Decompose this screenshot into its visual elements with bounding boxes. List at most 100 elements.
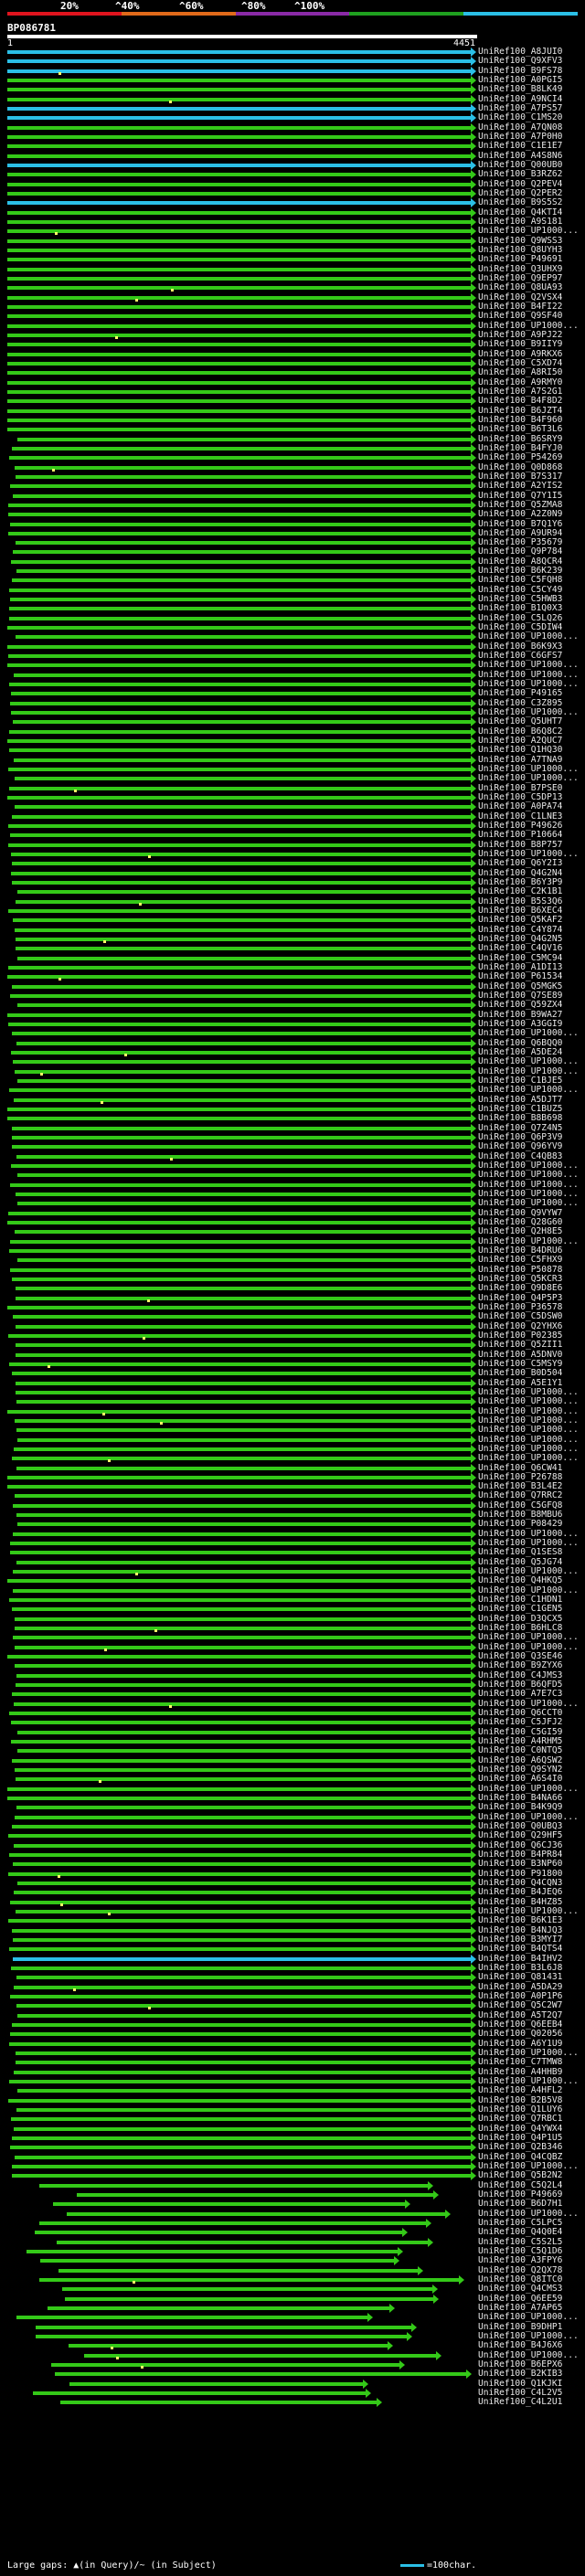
hit-bar[interactable]	[7, 258, 471, 262]
hit-bar[interactable]	[12, 1825, 471, 1829]
hit-name-link[interactable]: UniRef100_Q5MGK5	[478, 981, 562, 991]
hit-name-link[interactable]: UniRef100_Q1HQ30	[478, 745, 562, 755]
hit-bar[interactable]	[16, 947, 471, 951]
hit-bar[interactable]	[16, 1154, 471, 1159]
hit-bar[interactable]	[11, 2117, 471, 2122]
hit-bar[interactable]	[7, 191, 471, 196]
hit-bar[interactable]	[9, 1248, 471, 1253]
hit-bar[interactable]	[7, 210, 471, 215]
hit-bar[interactable]	[16, 1976, 471, 1980]
hit-bar[interactable]	[10, 1994, 471, 1998]
hit-bar[interactable]	[8, 1333, 471, 1338]
hit-bar[interactable]	[7, 343, 471, 347]
hit-name-link[interactable]: UniRef100_UP1000...	[478, 1538, 579, 1548]
hit-bar[interactable]	[10, 701, 471, 705]
hit-name-link[interactable]: UniRef100_C4L2U1	[478, 2397, 562, 2407]
hit-bar[interactable]	[27, 2249, 398, 2253]
hit-bar[interactable]	[77, 2192, 433, 2197]
hit-bar[interactable]	[10, 994, 471, 998]
hit-bar[interactable]	[15, 1494, 471, 1499]
hit-bar[interactable]	[12, 2164, 471, 2168]
hit-bar[interactable]	[7, 1485, 471, 1489]
hit-bar[interactable]	[8, 1211, 471, 1215]
hit-name-link[interactable]: UniRef100_P10664	[478, 830, 562, 840]
hit-bar[interactable]	[16, 541, 471, 546]
hit-bar[interactable]	[16, 1466, 471, 1470]
hit-name-link[interactable]: UniRef100_UP1000...	[478, 1453, 579, 1463]
hit-bar[interactable]	[15, 1627, 471, 1631]
hit-name-link[interactable]: UniRef100_A5E1Y1	[478, 1378, 562, 1388]
hit-bar[interactable]	[9, 1088, 471, 1093]
hit-bar[interactable]	[7, 380, 471, 385]
hit-bar[interactable]	[7, 125, 471, 130]
hit-bar[interactable]	[16, 1352, 471, 1357]
hit-bar[interactable]	[7, 239, 471, 243]
hit-name-link[interactable]: UniRef100_A7QN08	[478, 122, 562, 133]
hit-bar[interactable]	[16, 2061, 471, 2065]
hit-name-link[interactable]: UniRef100_C5HWB3	[478, 594, 562, 604]
hit-bar[interactable]	[7, 1786, 471, 1791]
hit-bar[interactable]	[10, 598, 471, 602]
hit-bar[interactable]	[9, 607, 471, 611]
hit-bar[interactable]	[7, 1475, 471, 1479]
hit-bar[interactable]	[10, 1542, 471, 1546]
hit-bar[interactable]	[17, 1437, 471, 1442]
hit-bar[interactable]	[7, 314, 471, 319]
hit-name-link[interactable]: UniRef100_C5Q1D6	[478, 2246, 562, 2256]
hit-bar[interactable]	[9, 1598, 471, 1603]
hit-bar[interactable]	[10, 1239, 471, 1244]
hit-bar[interactable]	[7, 371, 471, 376]
hit-name-link[interactable]: UniRef100_B4NJQ3	[478, 1925, 562, 1935]
hit-bar[interactable]	[12, 2136, 471, 2140]
hit-bar[interactable]	[15, 465, 471, 470]
hit-name-link[interactable]: UniRef100_B9S5S2	[478, 197, 562, 207]
hit-bar[interactable]	[9, 786, 471, 790]
hit-bar[interactable]	[7, 295, 471, 300]
hit-name-link[interactable]: UniRef100_A2Z0N9	[478, 509, 562, 519]
hit-bar[interactable]	[15, 805, 471, 810]
hit-bar[interactable]	[17, 1522, 471, 1527]
hit-bar[interactable]	[9, 1853, 471, 1858]
hit-bar[interactable]	[8, 2098, 471, 2103]
hit-bar[interactable]	[15, 1815, 471, 1819]
hit-bar[interactable]	[7, 154, 471, 158]
hit-name-link[interactable]: UniRef100_Q96YV9	[478, 1141, 562, 1151]
hit-bar[interactable]	[7, 1305, 471, 1309]
hit-name-link[interactable]: UniRef100_UP1000...	[478, 670, 579, 680]
hit-name-link[interactable]: UniRef100_D3QCX5	[478, 1614, 562, 1624]
hit-bar[interactable]	[17, 890, 471, 895]
hit-bar[interactable]	[8, 824, 471, 829]
hit-bar[interactable]	[13, 1588, 471, 1593]
hit-bar[interactable]	[16, 635, 471, 640]
hit-bar[interactable]	[10, 1182, 471, 1187]
hit-bar[interactable]	[7, 1797, 471, 1801]
hit-bar[interactable]	[17, 1258, 471, 1263]
hit-bar[interactable]	[69, 2344, 388, 2348]
hit-bar[interactable]	[16, 1683, 471, 1688]
hit-bar[interactable]	[16, 1673, 471, 1678]
hit-bar[interactable]	[7, 134, 471, 139]
hit-bar[interactable]	[7, 78, 471, 82]
hit-bar[interactable]	[11, 559, 471, 564]
hit-bar[interactable]	[7, 163, 471, 167]
hit-bar[interactable]	[16, 1324, 471, 1329]
hit-bar[interactable]	[7, 229, 471, 234]
hit-bar[interactable]	[10, 833, 471, 838]
hit-bar[interactable]	[16, 899, 471, 904]
hit-bar[interactable]	[12, 984, 471, 989]
hit-bar[interactable]	[9, 683, 471, 687]
hit-bar[interactable]	[13, 550, 471, 555]
hit-bar[interactable]	[9, 1712, 471, 1716]
hit-bar[interactable]	[7, 50, 471, 54]
hit-bar[interactable]	[17, 1173, 471, 1178]
hit-bar[interactable]	[12, 1758, 471, 1763]
hit-bar[interactable]	[8, 1871, 471, 1876]
hit-bar[interactable]	[13, 720, 471, 725]
hit-name-link[interactable]: UniRef100_B6XEC4	[478, 906, 562, 916]
hit-bar[interactable]	[14, 1891, 471, 1895]
hit-bar[interactable]	[7, 304, 471, 309]
hit-bar[interactable]	[13, 1862, 471, 1867]
hit-bar[interactable]	[84, 2353, 436, 2358]
hit-bar[interactable]	[39, 2277, 459, 2282]
hit-bar[interactable]	[13, 1532, 471, 1536]
